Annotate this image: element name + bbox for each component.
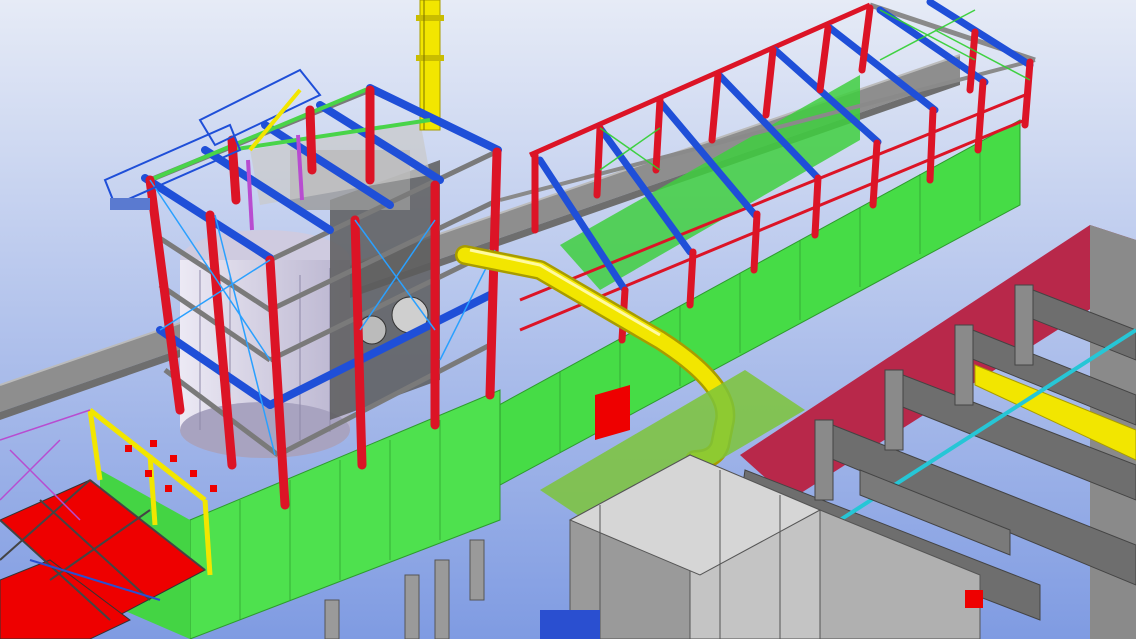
- model-viewport[interactable]: [0, 0, 1136, 639]
- structural-model-render[interactable]: [0, 0, 1136, 639]
